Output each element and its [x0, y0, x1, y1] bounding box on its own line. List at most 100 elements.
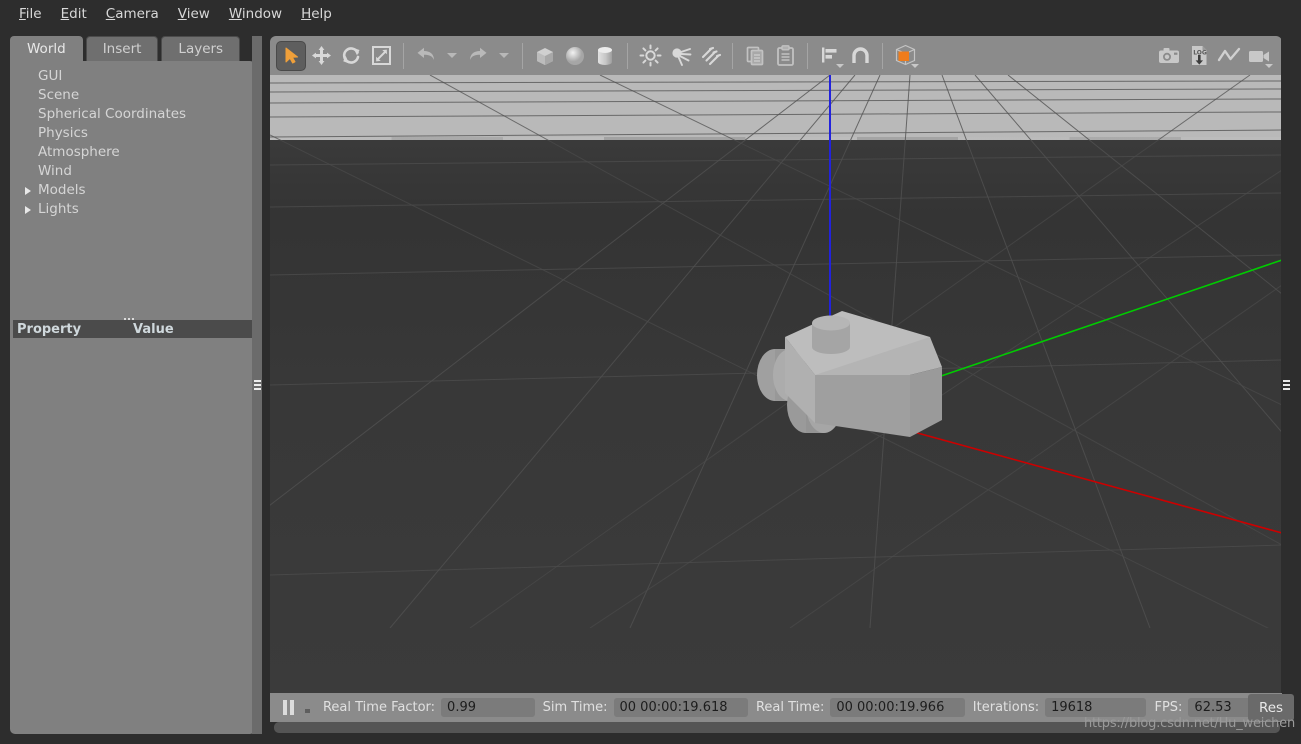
fps-label: FPS: — [1154, 700, 1183, 715]
tree-item-atmosphere[interactable]: Atmosphere — [10, 143, 255, 162]
translate-mode-button[interactable] — [306, 41, 336, 71]
real-time-factor-value: 0.99 — [441, 698, 535, 717]
insert-point-light-button[interactable] — [635, 41, 665, 71]
box-icon — [537, 47, 553, 65]
snap-icon — [851, 47, 869, 63]
view-angle-dropdown-caret-icon[interactable] — [911, 63, 919, 68]
sphere-icon — [566, 46, 584, 65]
redo-dropdown-caret-icon[interactable] — [499, 53, 509, 58]
directional-light-icon — [701, 46, 721, 66]
toolbar-right-group: LOG — [1154, 41, 1282, 71]
toolbar-separator — [882, 42, 883, 69]
left-dock-splitter[interactable] — [252, 36, 262, 734]
property-column-header[interactable]: Property — [13, 322, 133, 337]
tree-item-models[interactable]: Models — [10, 181, 255, 200]
screenshot-button[interactable] — [1154, 41, 1184, 71]
insert-directional-light-button[interactable] — [695, 41, 725, 71]
paste-button[interactable] — [770, 41, 800, 71]
chevron-right-icon[interactable] — [25, 187, 31, 195]
menu-bar: File Edit Camera View Window Help — [0, 0, 1301, 28]
tree-item-lights-label: Lights — [38, 201, 79, 217]
redo-button[interactable] — [463, 41, 493, 71]
scale-mode-button[interactable] — [366, 41, 396, 71]
world-tree[interactable]: GUI Scene Spherical Coordinates Physics … — [10, 61, 255, 291]
world-panel: GUI Scene Spherical Coordinates Physics … — [10, 61, 255, 734]
reset-button-label: Res — [1258, 699, 1284, 716]
scene-content — [757, 75, 1282, 534]
toolbar-separator — [627, 42, 628, 69]
tree-item-lights[interactable]: Lights — [10, 200, 255, 219]
view-angle-button[interactable] — [890, 41, 920, 71]
plotting-button[interactable] — [1214, 41, 1244, 71]
value-column-header[interactable]: Value — [133, 322, 174, 337]
insert-box-button[interactable] — [530, 41, 560, 71]
menu-camera[interactable]: Camera — [97, 3, 169, 25]
tab-layers-label: Layers — [178, 41, 224, 57]
redo-icon — [470, 47, 487, 60]
copy-button[interactable] — [740, 41, 770, 71]
tree-item-spherical-coordinates-label: Spherical Coordinates — [38, 106, 187, 122]
tab-world-label: World — [27, 41, 66, 57]
splitter-grip-icon — [1282, 380, 1290, 390]
left-dock: World Insert Layers GUI Scene Spherical … — [10, 36, 260, 734]
iterations-label: Iterations: — [972, 700, 1040, 715]
video-dropdown-caret-icon[interactable] — [1265, 63, 1273, 68]
menu-view[interactable]: View — [169, 3, 220, 25]
rotate-icon — [342, 47, 359, 64]
tree-item-wind-label: Wind — [38, 163, 72, 179]
menu-window[interactable]: Window — [220, 3, 292, 25]
tree-item-wind[interactable]: Wind — [10, 162, 255, 181]
property-table-header: Property Value — [13, 320, 253, 338]
video-record-button[interactable] — [1244, 41, 1274, 71]
rotate-mode-button[interactable] — [336, 41, 366, 71]
undo-dropdown-caret-icon[interactable] — [447, 53, 457, 58]
tree-item-spherical-coordinates[interactable]: Spherical Coordinates — [10, 105, 255, 124]
tree-item-scene-label: Scene — [38, 87, 80, 103]
robot-model[interactable] — [757, 311, 942, 437]
tree-item-physics-label: Physics — [38, 125, 88, 141]
menu-help[interactable]: Help — [292, 3, 342, 25]
menu-edit[interactable]: Edit — [52, 3, 97, 25]
tree-item-scene[interactable]: Scene — [10, 86, 255, 105]
point-light-icon — [639, 44, 661, 67]
align-dropdown-caret-icon[interactable] — [836, 63, 844, 68]
render-viewport[interactable] — [270, 75, 1282, 693]
undo-button[interactable] — [411, 41, 441, 71]
paste-icon — [776, 45, 794, 66]
tree-item-models-label: Models — [38, 182, 86, 198]
camera-icon — [1159, 47, 1179, 63]
insert-cylinder-button[interactable] — [590, 41, 620, 71]
tree-item-physics[interactable]: Physics — [10, 124, 255, 143]
splitter-grip-icon — [253, 380, 261, 390]
tab-layers[interactable]: Layers — [161, 36, 241, 62]
viewport-right-splitter[interactable] — [1281, 36, 1291, 734]
insert-spot-light-button[interactable] — [665, 41, 695, 71]
tree-item-gui[interactable]: GUI — [10, 67, 255, 86]
snap-button[interactable] — [845, 41, 875, 71]
y-axis-line — [899, 259, 1282, 391]
sim-time-label: Sim Time: — [542, 700, 608, 715]
step-button[interactable] — [299, 697, 315, 719]
insert-sphere-button[interactable] — [560, 41, 590, 71]
tab-insert[interactable]: Insert — [85, 36, 159, 62]
log-record-button[interactable]: LOG — [1184, 41, 1214, 71]
select-mode-button[interactable] — [276, 40, 306, 71]
tree-item-gui-label: GUI — [38, 68, 63, 84]
video-camera-icon — [1249, 50, 1269, 62]
chevron-right-icon[interactable] — [25, 206, 31, 214]
toolbar-separator — [522, 42, 523, 69]
spot-light-icon — [671, 48, 691, 66]
pause-button[interactable] — [278, 697, 299, 719]
scale-icon — [371, 46, 391, 65]
tab-world[interactable]: World — [10, 36, 83, 62]
plot-line-icon — [1217, 47, 1241, 61]
real-time-label: Real Time: — [755, 700, 825, 715]
panel-tab-bar: World Insert Layers — [10, 36, 260, 62]
main-toolbar: LOG — [270, 36, 1282, 75]
menu-file[interactable]: File — [10, 3, 52, 25]
copy-icon — [746, 46, 763, 66]
align-button[interactable] — [815, 41, 845, 71]
iterations-value: 19618 — [1045, 698, 1147, 717]
x-axis-line — [869, 419, 1282, 534]
log-save-icon: LOG — [1192, 46, 1207, 65]
